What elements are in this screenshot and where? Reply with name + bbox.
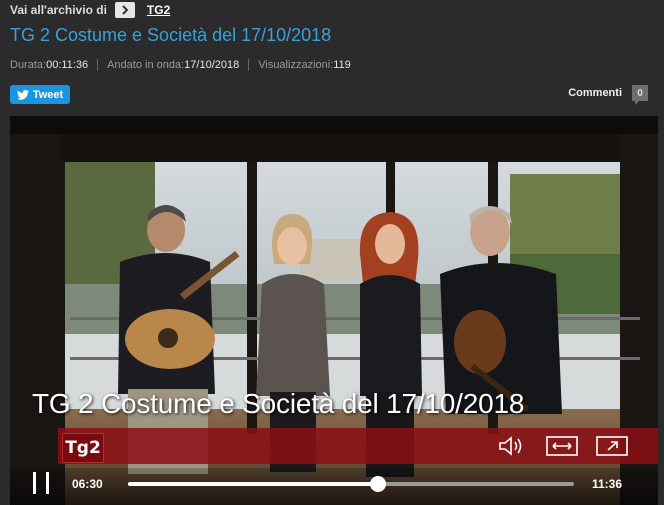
progress-fill bbox=[128, 482, 378, 486]
playback-controls bbox=[10, 468, 658, 505]
progress-handle[interactable] bbox=[369, 476, 386, 492]
page-title: TG 2 Costume e Società del 17/10/2018 bbox=[10, 25, 332, 45]
aired-value: 17/10/2018 bbox=[184, 59, 240, 71]
breadcrumb-prefix: Vai all'archivio di bbox=[10, 3, 107, 17]
video-meta: Durata: 00:11:36 Andato in onda: 17/10/201… bbox=[10, 59, 351, 71]
tweet-label: Tweet bbox=[32, 88, 64, 101]
views-value: 119 bbox=[333, 59, 351, 71]
breadcrumb: Vai all'archivio di TG2 bbox=[10, 2, 170, 18]
total-time: 11:36 bbox=[592, 477, 623, 491]
comments[interactable]: Commenti 0 bbox=[568, 85, 648, 105]
pause-icon[interactable] bbox=[33, 471, 49, 495]
breadcrumb-link-tg2[interactable]: TG2 bbox=[147, 3, 170, 17]
tweet-button[interactable]: Tweet bbox=[10, 85, 70, 104]
elapsed-time: 06:30 bbox=[72, 477, 103, 491]
resize-icon[interactable] bbox=[546, 434, 578, 458]
video-overlay-title: TG 2 Costume e Società del 17/10/2018 bbox=[32, 388, 525, 419]
comments-label: Commenti bbox=[568, 87, 622, 99]
aired-label: Andato in onda: bbox=[107, 59, 185, 71]
progress-track[interactable] bbox=[128, 476, 574, 492]
video-player[interactable]: TG 2 Costume e Società del 17/10/2018 Tg… bbox=[10, 116, 658, 505]
fullscreen-icon[interactable] bbox=[596, 434, 628, 458]
duration-value: 00:11:36 bbox=[46, 59, 89, 71]
player-top-bar bbox=[10, 116, 658, 134]
volume-icon[interactable] bbox=[496, 434, 528, 458]
comments-count-badge: 0 bbox=[632, 85, 648, 105]
duration-label: Durata: bbox=[10, 59, 47, 71]
divider bbox=[97, 59, 99, 71]
twitter-bird-icon bbox=[16, 89, 29, 100]
chevron-right-icon[interactable] bbox=[114, 2, 135, 18]
views-label: Visualizzazioni: bbox=[258, 59, 334, 71]
tg2-logo: Tg2 bbox=[62, 433, 104, 463]
divider bbox=[248, 59, 250, 71]
